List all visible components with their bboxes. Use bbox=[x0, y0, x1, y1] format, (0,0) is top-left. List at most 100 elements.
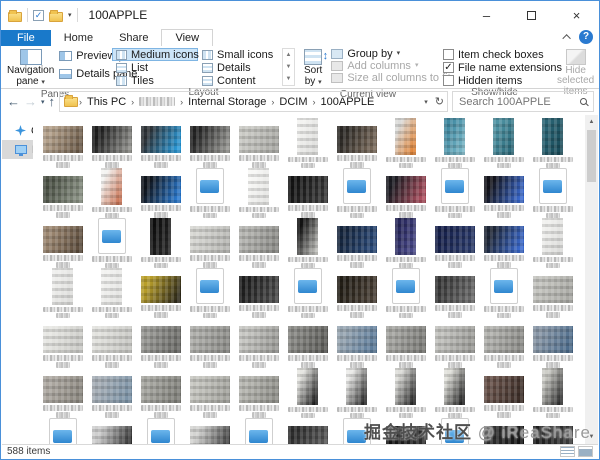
file-item[interactable] bbox=[185, 318, 234, 368]
layout-option-medium-icons[interactable]: Medium icons bbox=[112, 48, 198, 61]
search-input[interactable]: Search 100APPLE bbox=[452, 91, 594, 112]
file-item[interactable] bbox=[234, 168, 283, 218]
file-item[interactable] bbox=[234, 118, 283, 168]
checkbox-item-check-boxes[interactable]: Item check boxes bbox=[441, 48, 546, 61]
file-item[interactable] bbox=[479, 368, 528, 418]
breadcrumb-segment[interactable]: DCIM bbox=[275, 96, 311, 108]
file-item[interactable] bbox=[479, 118, 528, 168]
file-item[interactable] bbox=[381, 118, 430, 168]
navigation-pane-button[interactable]: Navigation pane ▾ bbox=[4, 48, 57, 89]
file-item[interactable] bbox=[283, 268, 332, 318]
file-item[interactable] bbox=[528, 268, 577, 318]
layout-option-small-icons[interactable]: Small icons bbox=[198, 48, 280, 61]
file-item[interactable] bbox=[234, 418, 283, 444]
scrollbar-thumb[interactable] bbox=[587, 130, 596, 182]
back-icon[interactable]: ← bbox=[7, 94, 20, 109]
layout-option-content[interactable]: Content bbox=[198, 74, 280, 87]
checkbox-hidden-items[interactable]: Hidden items bbox=[441, 74, 524, 87]
file-item[interactable] bbox=[87, 118, 136, 168]
file-item[interactable] bbox=[381, 268, 430, 318]
thumbnail-view-toggle-icon[interactable] bbox=[578, 446, 593, 457]
file-item[interactable] bbox=[381, 318, 430, 368]
file-item[interactable] bbox=[185, 218, 234, 268]
file-item[interactable] bbox=[430, 218, 479, 268]
breadcrumb-segment[interactable] bbox=[135, 96, 179, 108]
file-item[interactable] bbox=[87, 268, 136, 318]
search-icon[interactable] bbox=[580, 98, 587, 105]
file-item[interactable] bbox=[381, 168, 430, 218]
address-dropdown-icon[interactable]: ▾ bbox=[424, 98, 428, 106]
tab-file[interactable]: File bbox=[1, 30, 51, 46]
file-item[interactable] bbox=[38, 318, 87, 368]
file-item[interactable] bbox=[332, 318, 381, 368]
tab-view[interactable]: View bbox=[161, 29, 213, 46]
file-item[interactable] bbox=[185, 268, 234, 318]
file-item[interactable] bbox=[528, 318, 577, 368]
file-item[interactable] bbox=[234, 318, 283, 368]
file-item[interactable] bbox=[136, 318, 185, 368]
collapse-ribbon-icon[interactable] bbox=[562, 34, 570, 42]
file-item[interactable] bbox=[381, 218, 430, 268]
sort-by-button[interactable]: Sort by ▾ bbox=[301, 48, 325, 89]
file-item[interactable] bbox=[185, 118, 234, 168]
layout-option-list[interactable]: List bbox=[112, 61, 198, 74]
file-item[interactable] bbox=[528, 168, 577, 218]
layout-option-tiles[interactable]: Tiles bbox=[112, 74, 198, 87]
file-item[interactable] bbox=[234, 368, 283, 418]
forward-icon[interactable]: → bbox=[24, 94, 37, 109]
file-item[interactable] bbox=[479, 218, 528, 268]
gallery-down-icon[interactable]: ▼ bbox=[283, 61, 294, 73]
address-box[interactable]: ›This PC››Internal Storage›DCIM›100APPLE… bbox=[59, 91, 448, 112]
details-view-toggle-icon[interactable] bbox=[560, 446, 575, 457]
file-item[interactable] bbox=[136, 168, 185, 218]
file-item[interactable] bbox=[332, 368, 381, 418]
refresh-icon[interactable]: ↻ bbox=[435, 95, 444, 108]
up-icon[interactable]: ↑ bbox=[49, 94, 56, 109]
file-item[interactable] bbox=[38, 368, 87, 418]
file-item[interactable] bbox=[528, 218, 577, 268]
file-item[interactable] bbox=[87, 368, 136, 418]
customize-qat-arrow-icon[interactable]: ▾ bbox=[68, 11, 72, 19]
file-item[interactable] bbox=[332, 268, 381, 318]
file-item[interactable] bbox=[234, 218, 283, 268]
vertical-scrollbar[interactable]: ▲ ▼ bbox=[585, 115, 598, 444]
gallery-up-icon[interactable]: ▲ bbox=[283, 49, 294, 61]
add-columns-button[interactable]: Add columns ▾ bbox=[329, 60, 452, 72]
file-item[interactable] bbox=[185, 418, 234, 444]
sidebar-item-desktop[interactable]: Desktop bbox=[2, 140, 33, 159]
breadcrumb-segment[interactable]: 100APPLE bbox=[317, 96, 379, 108]
checkbox-icon[interactable] bbox=[443, 49, 454, 60]
file-item[interactable] bbox=[38, 418, 87, 444]
file-item[interactable] bbox=[38, 118, 87, 168]
file-item[interactable] bbox=[136, 118, 185, 168]
layout-option-details[interactable]: Details bbox=[198, 61, 280, 74]
file-item[interactable] bbox=[479, 318, 528, 368]
file-item[interactable] bbox=[283, 218, 332, 268]
file-item[interactable] bbox=[234, 268, 283, 318]
tab-home[interactable]: Home bbox=[51, 30, 106, 46]
group-by-button[interactable]: Group by ▾ bbox=[329, 48, 452, 60]
file-item[interactable] bbox=[332, 218, 381, 268]
file-item[interactable] bbox=[136, 418, 185, 444]
file-item[interactable] bbox=[528, 118, 577, 168]
file-item[interactable] bbox=[283, 318, 332, 368]
file-item[interactable] bbox=[332, 168, 381, 218]
help-icon[interactable]: ? bbox=[579, 30, 593, 44]
tab-share[interactable]: Share bbox=[106, 30, 161, 46]
checkbox-file-name-extensions[interactable]: ✓File name extensions bbox=[441, 61, 564, 74]
file-item[interactable] bbox=[185, 368, 234, 418]
file-item[interactable] bbox=[283, 368, 332, 418]
breadcrumb-segment[interactable]: This PC bbox=[83, 96, 130, 108]
file-item[interactable] bbox=[136, 268, 185, 318]
file-item[interactable] bbox=[283, 418, 332, 444]
minimize-button[interactable]: – bbox=[464, 1, 509, 29]
checkbox-icon[interactable]: ✓ bbox=[443, 62, 454, 73]
new-folder-icon[interactable] bbox=[49, 12, 63, 22]
file-item[interactable] bbox=[332, 118, 381, 168]
sidebar-item-quick-access[interactable]: Quick access bbox=[2, 121, 33, 140]
file-item[interactable] bbox=[38, 168, 87, 218]
file-item[interactable] bbox=[38, 268, 87, 318]
file-item[interactable] bbox=[87, 168, 136, 218]
file-item[interactable] bbox=[87, 218, 136, 268]
checkbox-icon[interactable] bbox=[443, 75, 454, 86]
